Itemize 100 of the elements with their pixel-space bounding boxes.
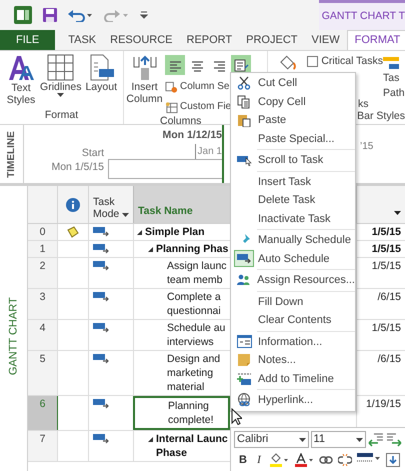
- ribbon-label: ks: [358, 98, 368, 110]
- row-number: 1: [28, 241, 57, 257]
- row-number: 0: [28, 224, 57, 240]
- task-name: Simple Plan: [145, 225, 205, 239]
- task-name: Assign launc team memb: [167, 259, 227, 287]
- insert-column-icon: [132, 55, 158, 81]
- menu-item[interactable]: Assign Resources...: [231, 271, 355, 290]
- task-path-button[interactable]: Tas Path: [383, 51, 405, 110]
- row-number: 3: [28, 289, 57, 319]
- task-name: Design and marketing material: [167, 352, 220, 394]
- indent-icon[interactable]: [386, 432, 402, 446]
- start-date: 1/5/15: [372, 259, 401, 273]
- ribbon-tab[interactable]: VIEW: [304, 30, 347, 50]
- auto-schedule-icon: [93, 354, 110, 364]
- auto-schedule-icon: [237, 253, 251, 264]
- ribbon-tab[interactable]: PROJECT: [239, 30, 304, 50]
- task-path-icon: [383, 56, 399, 70]
- auto-schedule-icon: [93, 261, 110, 271]
- insert-column-button[interactable]: Insert Column: [126, 55, 163, 115]
- group-label: Format: [44, 109, 78, 121]
- layout-button[interactable]: Layout: [85, 54, 117, 109]
- auto-schedule-icon: [93, 244, 110, 254]
- note-icon: [237, 353, 251, 368]
- ribbon-tab[interactable]: TASK: [61, 30, 104, 50]
- timeline-date: Mon 1/12/15: [162, 128, 222, 143]
- menu-item[interactable]: Add to Timeline: [231, 370, 355, 388]
- menu-item[interactable]: Paste Special...: [231, 130, 355, 148]
- ribbon-tab[interactable]: REPORT: [180, 30, 240, 50]
- task-name: Internal Launc Phase: [156, 432, 228, 460]
- group-label: Columns: [160, 115, 202, 127]
- menu-item[interactable]: Scroll to Task: [231, 151, 355, 170]
- critical-tasks-checkbox[interactable]: Critical Tasks: [307, 54, 383, 68]
- gridlines-button[interactable]: Gridlines: [40, 54, 82, 109]
- start-date: 1/19/15: [366, 397, 401, 411]
- menu-item[interactable]: Manually Schedule: [231, 231, 355, 250]
- move-down-icon[interactable]: [386, 453, 400, 468]
- copy-icon: [237, 94, 251, 109]
- menu-item[interactable]: Information...: [231, 332, 355, 351]
- menu-item[interactable]: Clear Contents: [231, 311, 355, 330]
- auto-schedule-icon: [93, 227, 110, 237]
- task-name: Planning complete!: [168, 399, 214, 427]
- customize-toolbar-icon[interactable]: [140, 11, 148, 19]
- align-left-button[interactable]: [165, 55, 185, 75]
- layout-icon: [88, 54, 115, 81]
- collapse-triangle-icon[interactable]: [148, 437, 153, 442]
- column-menu-caret-icon: [394, 211, 401, 215]
- ribbon-tab[interactable]: FILE: [0, 30, 56, 50]
- ribbon-tab[interactable]: RESOURCE: [103, 30, 180, 50]
- menu-item[interactable]: Fill Down: [231, 292, 355, 311]
- timeline-tick-label: ’15: [360, 141, 374, 152]
- row-number: 7: [28, 431, 57, 461]
- people-icon: [236, 274, 252, 286]
- timeline-start-label: Start: [82, 146, 104, 160]
- scroll-to-task-icon: [236, 154, 252, 166]
- text-styles-button[interactable]: Text Styles: [6, 54, 36, 109]
- app-logo-icon[interactable]: [14, 6, 32, 24]
- start-date: 1/5/15: [372, 242, 401, 256]
- menu-item[interactable]: Notes...: [231, 351, 355, 370]
- clipboard-icon: [237, 113, 251, 128]
- undo-icon[interactable]: [68, 8, 94, 22]
- font-size-field[interactable]: 11: [310, 431, 366, 448]
- link-icon[interactable]: [319, 455, 333, 466]
- start-date: /6/15: [378, 352, 401, 366]
- timeline-start-date: Mon 1/5/15: [51, 160, 104, 174]
- font-name-field[interactable]: Calibri: [234, 431, 309, 448]
- dropdown-caret-icon: [298, 438, 306, 442]
- fill-color-icon[interactable]: [269, 453, 289, 468]
- grid-icon: [47, 54, 74, 81]
- menu-item[interactable]: Inactivate Task: [231, 210, 355, 228]
- task-name: Complete a questionnai: [167, 290, 221, 318]
- collapse-triangle-icon[interactable]: [137, 230, 142, 235]
- custom-fields-button[interactable]: Custom Fie: [165, 99, 251, 115]
- row-number: 2: [28, 258, 57, 288]
- unlink-icon[interactable]: [338, 454, 352, 466]
- start-date: 1/5/15: [372, 321, 401, 335]
- task-name: Schedule au interviews: [167, 321, 226, 349]
- column-settings-button[interactable]: Column Se: [165, 79, 251, 95]
- auto-schedule-icon: [93, 434, 110, 444]
- menu-item[interactable]: Insert Task: [231, 172, 355, 191]
- ribbon-tab[interactable]: FORMAT: [346, 30, 405, 50]
- row-number: 5: [28, 351, 57, 395]
- menu-item[interactable]: Hyperlink...: [231, 391, 355, 410]
- dropdown-caret-icon: [356, 438, 364, 442]
- column-header[interactable]: Task Name: [133, 186, 230, 223]
- italic-button[interactable]: I: [254, 452, 264, 468]
- outdent-icon[interactable]: [368, 432, 384, 446]
- dropdown-caret-icon: [122, 213, 130, 217]
- note-icon: [67, 226, 79, 238]
- custom-fields-icon: [165, 100, 178, 114]
- save-icon[interactable]: [42, 7, 58, 23]
- menu-item[interactable]: Delete Task: [231, 191, 355, 210]
- hyperlink-icon: [236, 393, 252, 408]
- timeline-label: TIMELINE: [5, 130, 18, 178]
- menu-item[interactable]: Auto Schedule: [231, 250, 355, 268]
- collapse-triangle-icon[interactable]: [148, 247, 153, 252]
- auto-schedule-icon: [93, 292, 110, 302]
- gantt-chart-label: GANTT CHART: [6, 297, 20, 375]
- auto-schedule-icon: [93, 323, 110, 333]
- font-color-icon[interactable]: [294, 453, 314, 468]
- bold-button[interactable]: B: [237, 452, 249, 468]
